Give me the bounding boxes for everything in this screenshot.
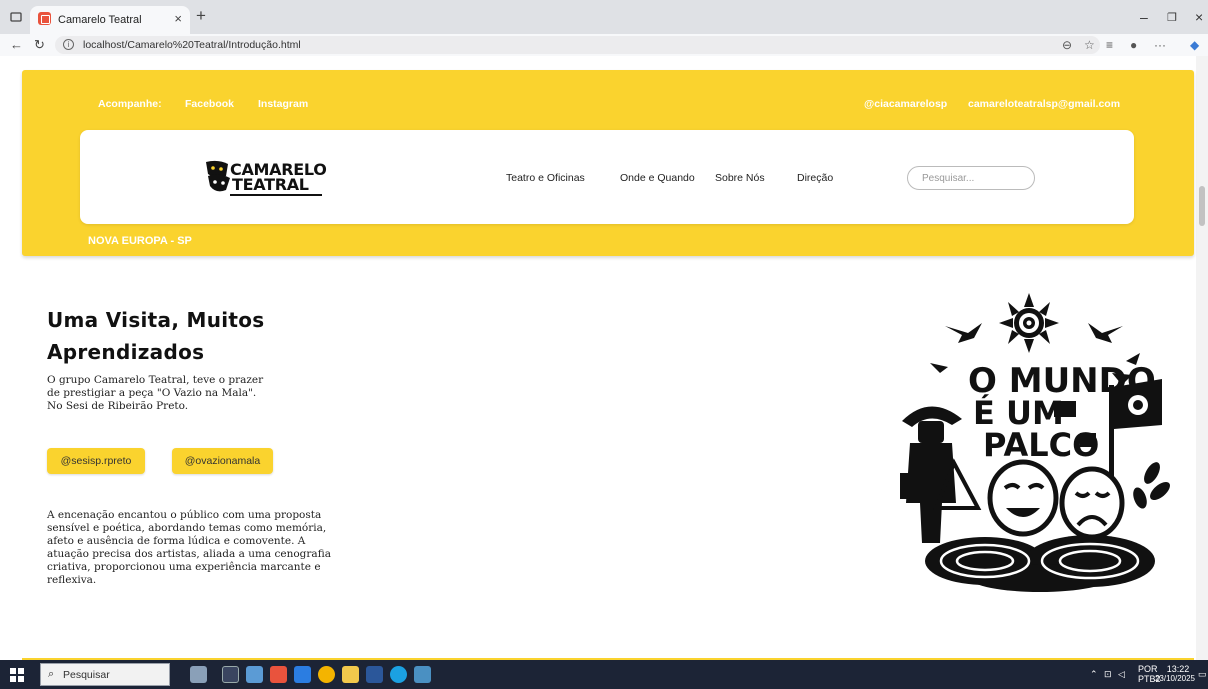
task-view-icon[interactable] — [222, 666, 239, 683]
windows-taskbar: ⌕ Pesquisar ⌃ ⊡ ◁ POR PTB2 13:22 23/10/2… — [0, 660, 1208, 689]
ground-rolls-art — [925, 535, 1155, 592]
minimize-button[interactable]: – — [1140, 9, 1148, 25]
tab-title: Camarelo Teatral — [58, 14, 142, 26]
email-link[interactable]: camareloteatralsp@gmail.com — [968, 98, 1120, 110]
follow-label: Acompanhe: — [98, 98, 162, 110]
url-text: localhost/Camarelo%20Teatral/Introdução.… — [83, 39, 301, 51]
address-bar[interactable]: i localhost/Camarelo%20Teatral/Introduçã… — [55, 36, 1100, 54]
page-title: Uma Visita, Muitos Aprendizados — [47, 304, 347, 368]
app-icon-2[interactable] — [270, 666, 287, 683]
favorites-list-icon[interactable]: ≡ — [1106, 38, 1113, 52]
instagram-handle-link[interactable]: @ciacamarelosp — [864, 98, 947, 110]
city-label: NOVA EUROPA - SP — [88, 235, 192, 247]
sun-icon — [999, 293, 1059, 353]
app-icon-1[interactable] — [246, 666, 263, 683]
notifications-icon[interactable]: ▭ — [1198, 669, 1207, 679]
nav-direcao[interactable]: Direção — [797, 172, 833, 184]
chrome-icon[interactable] — [318, 666, 335, 683]
zoom-icon[interactable]: ⊖ — [1062, 38, 1072, 52]
site-favicon-icon — [38, 12, 51, 25]
tab-actions-icon[interactable] — [10, 11, 22, 23]
taskbar-search-label: Pesquisar — [63, 669, 110, 681]
new-tab-button[interactable]: + — [196, 7, 206, 24]
musician-figure-icon — [900, 406, 962, 543]
search-input[interactable] — [907, 166, 1035, 190]
vscode-icon[interactable] — [294, 666, 311, 683]
world-stage-art: O MUNDO É UM PALCO — [900, 293, 1170, 592]
theater-masks-icon — [206, 160, 230, 192]
instagram-link[interactable]: Instagram — [258, 98, 308, 110]
close-window-button[interactable]: × — [1195, 9, 1203, 25]
title-line-2: Aprendizados — [47, 340, 205, 364]
reload-icon[interactable]: ↻ — [34, 37, 45, 53]
main-nav-card: CAMARELO TEATRAL Teatro e Oficinas Onde … — [80, 130, 1134, 224]
search-icon: ⌕ — [48, 668, 55, 680]
logo-underline — [230, 194, 322, 196]
logo-text: CAMARELO TEATRAL — [230, 162, 327, 194]
windows-start-icon[interactable] — [10, 668, 24, 682]
clock-date: 23/10/2025 — [1154, 674, 1196, 683]
taskbar-search-box[interactable]: ⌕ Pesquisar — [40, 663, 170, 686]
page-scrollbar[interactable] — [1196, 56, 1208, 660]
logo-line-2: TEATRAL — [232, 175, 309, 194]
web-page: Acompanhe: Facebook Instagram @ciacamare… — [0, 56, 1208, 660]
facebook-link[interactable]: Facebook — [185, 98, 234, 110]
edge-icon[interactable] — [390, 666, 407, 683]
ovazionamala-button[interactable]: @ovazionamala — [172, 448, 273, 474]
nav-teatro-oficinas[interactable]: Teatro e Oficinas — [506, 172, 585, 184]
word-icon[interactable] — [366, 666, 383, 683]
poster-illustration: O MUNDO É UM PALCO — [890, 293, 1180, 593]
back-icon[interactable]: ← — [10, 37, 23, 53]
file-explorer-icon[interactable] — [342, 666, 359, 683]
nav-sobre-nos[interactable]: Sobre Nós — [715, 172, 765, 184]
app-icon-3[interactable] — [414, 666, 431, 683]
clock-time: 13:22 — [1166, 664, 1190, 674]
more-options-icon[interactable]: ··· — [1154, 38, 1166, 52]
site-header: Acompanhe: Facebook Instagram @ciacamare… — [22, 70, 1194, 256]
volume-icon[interactable]: ◁ — [1118, 669, 1125, 679]
review-paragraph: A encenação encantou o público com uma p… — [47, 509, 331, 586]
site-logo[interactable]: CAMARELO TEATRAL — [204, 156, 327, 198]
laurel-icon — [1133, 462, 1170, 509]
language-code: POR — [1138, 664, 1158, 674]
theater-masks-icon — [987, 459, 1125, 540]
browser-tab-bar: Camarelo Teatral × + – ❐ × — [0, 0, 1208, 34]
title-line-1: Uma Visita, Muitos — [47, 308, 265, 332]
sesi-rpreto-button[interactable]: @sesisp.rpreto — [47, 448, 145, 474]
site-info-icon[interactable]: i — [63, 39, 74, 50]
address-toolbar: ← ↻ i localhost/Camarelo%20Teatral/Intro… — [0, 34, 1208, 56]
network-icon[interactable]: ⊡ — [1104, 669, 1112, 679]
tray-chevron-icon[interactable]: ⌃ — [1090, 669, 1098, 679]
profile-icon[interactable]: ● — [1130, 38, 1137, 52]
browser-tab[interactable]: Camarelo Teatral × — [30, 6, 190, 34]
intro-paragraph: O grupo Camarelo Teatral, teve o prazer … — [47, 374, 264, 412]
nav-onde-quando[interactable]: Onde e Quando — [620, 172, 695, 184]
favorite-star-icon[interactable]: ☆ — [1084, 38, 1095, 52]
clock[interactable]: 13:22 23/10/2025 — [1155, 664, 1196, 684]
restore-button[interactable]: ❐ — [1167, 11, 1177, 24]
tab-close-icon[interactable]: × — [174, 11, 182, 26]
copilot-icon[interactable]: ◆ — [1190, 38, 1199, 52]
widgets-icon[interactable] — [190, 666, 207, 683]
scrollbar-thumb[interactable] — [1199, 186, 1205, 226]
